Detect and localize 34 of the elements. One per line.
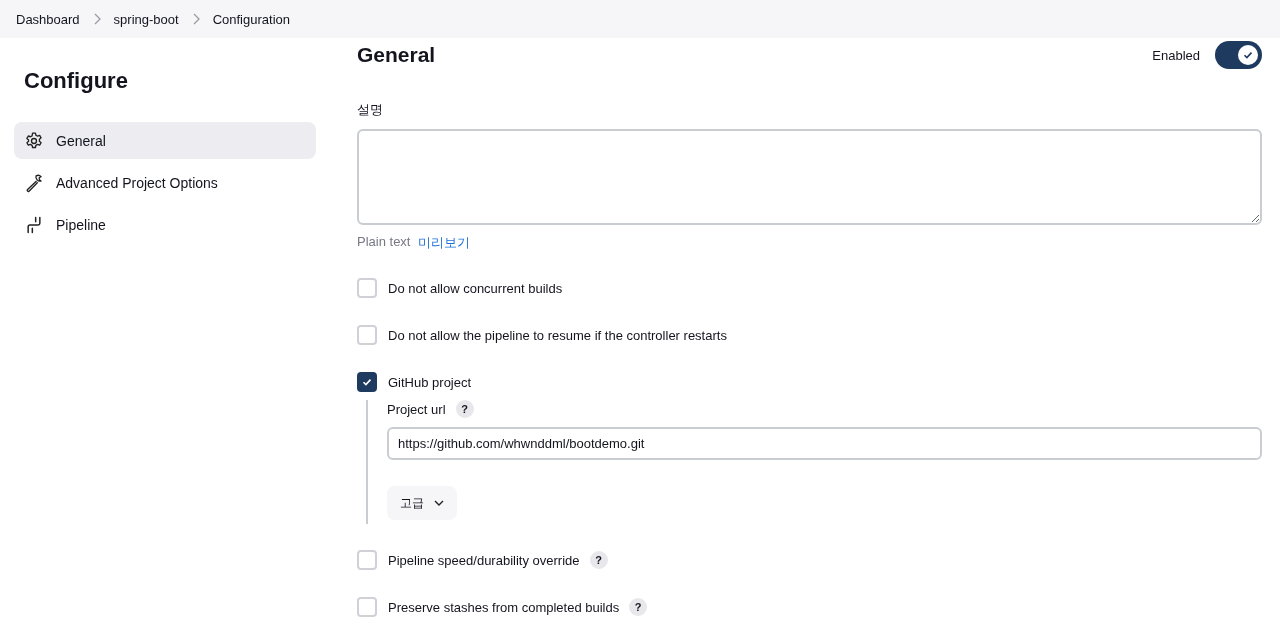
field-label: Project url <box>387 401 446 417</box>
option-label: Pipeline speed/durability override <box>388 552 580 568</box>
section-title: General <box>357 43 437 67</box>
breadcrumb-link[interactable]: Configuration <box>212 11 290 27</box>
breadcrumb-link[interactable]: spring-boot <box>113 11 179 27</box>
preview-link[interactable]: 미리보기 <box>418 234 471 252</box>
description-field[interactable] <box>357 129 1262 225</box>
help-button[interactable]: ? <box>455 400 474 418</box>
wrench-icon <box>24 172 44 193</box>
chevron-right-icon <box>92 13 101 25</box>
enabled-label: Enabled <box>1152 47 1200 63</box>
sidebar-item[interactable]: General <box>14 122 316 159</box>
format-label: Plain text <box>357 234 411 251</box>
option-label: Do not allow the pipeline to resume if the controller restarts <box>388 327 727 343</box>
sidebar-item[interactable]: Advanced Project Options <box>14 164 316 201</box>
option-label: Preserve stashes from completed builds <box>388 599 620 615</box>
option-label: GitHub project <box>388 374 472 390</box>
check-icon <box>1242 49 1254 61</box>
sidebar-item[interactable]: Pipeline <box>14 206 316 243</box>
pipeline-icon <box>24 214 44 235</box>
checkbox[interactable] <box>357 372 377 392</box>
help-button[interactable]: ? <box>589 551 608 569</box>
advanced-button[interactable]: 고급 <box>387 486 457 520</box>
enabled-toggle[interactable] <box>1215 41 1262 69</box>
description-label: 설명 <box>357 101 384 119</box>
option-label: Do not allow concurrent builds <box>388 280 563 296</box>
project-url-field[interactable]: https://github.com/whwnddml/bootdemo.git <box>387 427 1262 460</box>
sidebar-title: Configure <box>24 68 129 94</box>
check-icon <box>361 376 373 388</box>
help-button[interactable]: ? <box>629 598 648 616</box>
chevron-down-icon <box>434 499 444 507</box>
breadcrumb-link[interactable]: Dashboard <box>16 11 80 27</box>
gear-icon <box>24 130 44 151</box>
chevron-right-icon <box>191 13 200 25</box>
